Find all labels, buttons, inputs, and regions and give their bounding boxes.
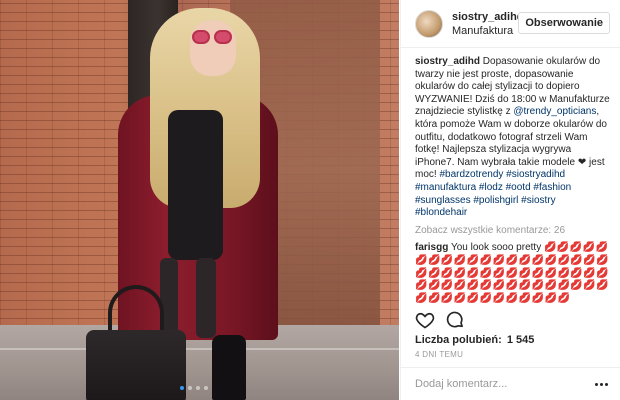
carousel-dot <box>188 386 192 390</box>
likes-number: 1 545 <box>506 334 535 346</box>
carousel-dot <box>204 386 208 390</box>
handbag <box>86 330 186 400</box>
view-all-comments-link[interactable]: Zobacz wszystkie komentarze: 26 <box>415 225 610 238</box>
avatar[interactable] <box>415 9 443 38</box>
model-boot <box>212 335 246 400</box>
likes-label: Liczba polubień: <box>415 334 502 346</box>
comment-item: farisgg You look sooo pretty 💋💋💋💋💋💋💋💋💋💋💋… <box>415 242 610 305</box>
hashtags-links[interactable]: #bardzotrendy #siostryadihd #manufaktura… <box>415 169 571 218</box>
more-options-icon[interactable] <box>592 375 610 393</box>
caption-username[interactable]: siostry_adihd <box>415 56 480 67</box>
sunglasses-right-lens <box>214 30 232 44</box>
post-username[interactable]: siostry_adihd <box>452 10 524 24</box>
comment-bubble-icon[interactable] <box>445 310 465 330</box>
model-dress <box>168 110 223 260</box>
comments-section: siostry_adihd Dopasowanie okularów do tw… <box>415 56 610 306</box>
carousel-dot-active <box>180 386 184 390</box>
following-button[interactable]: Obserwowanie <box>518 12 610 34</box>
model-face <box>190 20 236 76</box>
sunglasses-left-lens <box>192 30 210 44</box>
heart-emoji: ❤ <box>577 156 587 168</box>
post-photo[interactable] <box>0 0 399 400</box>
post-side-panel: siostry_adihd Manufaktura Obserwowanie s… <box>400 0 620 400</box>
post-header: siostry_adihd Manufaktura Obserwowanie <box>401 0 620 48</box>
carousel-dot <box>196 386 200 390</box>
heart-outline-icon[interactable] <box>415 310 435 330</box>
comment-username[interactable]: farisgg <box>415 242 448 253</box>
add-comment-bar <box>401 367 620 400</box>
carousel-indicator <box>180 386 208 390</box>
post-location[interactable]: Manufaktura <box>452 24 524 38</box>
add-comment-input[interactable] <box>415 378 592 390</box>
post-caption: siostry_adihd Dopasowanie okularów do tw… <box>415 56 610 220</box>
post-actions <box>415 310 465 330</box>
mention-link[interactable]: @trendy_opticians <box>513 106 596 117</box>
likes-count[interactable]: Liczba polubień: 1 545 <box>415 334 534 346</box>
comment-text: You look sooo pretty <box>448 242 544 254</box>
post-timestamp[interactable]: 4 DNI TEMU <box>415 350 463 359</box>
